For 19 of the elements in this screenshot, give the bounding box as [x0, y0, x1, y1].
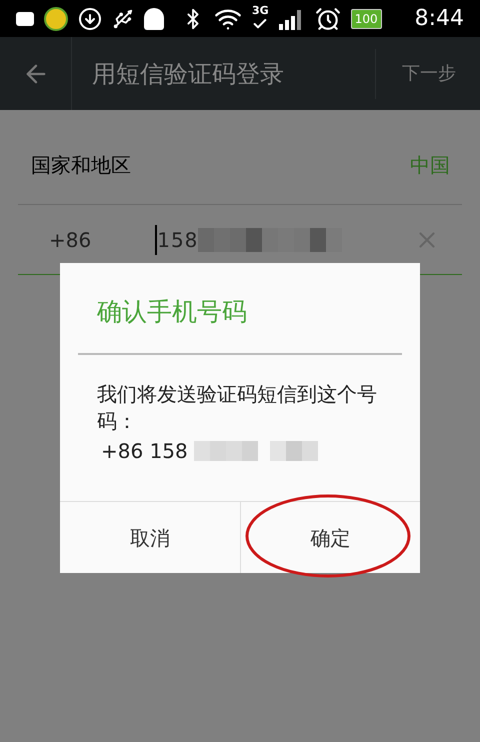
country-code: +86	[49, 226, 92, 254]
clock-time: 8:44	[414, 5, 464, 33]
dialog-title: 确认手机号码	[97, 296, 248, 328]
redacted-block	[194, 440, 258, 460]
dialog-message: 我们将发送验证码短信到这个号码：	[97, 380, 378, 434]
redacted-block	[270, 440, 318, 460]
download-icon	[78, 6, 102, 30]
usb-icon	[112, 8, 134, 30]
dialog-number: +86 158	[101, 438, 188, 464]
page-title: 用短信验证码登录	[92, 58, 284, 90]
phone-number: 158	[157, 226, 198, 254]
battery-icon: 100	[350, 8, 382, 28]
next-step-button[interactable]: 下一步	[375, 48, 480, 98]
dialog-button[interactable]: 确定	[240, 502, 420, 573]
country-value: 中国	[410, 152, 450, 179]
country-label: 国家和地区	[31, 152, 131, 179]
network-type: 3G	[252, 5, 269, 16]
dialog-button[interactable]: 取消	[60, 502, 240, 573]
alarm-icon	[314, 6, 341, 32]
